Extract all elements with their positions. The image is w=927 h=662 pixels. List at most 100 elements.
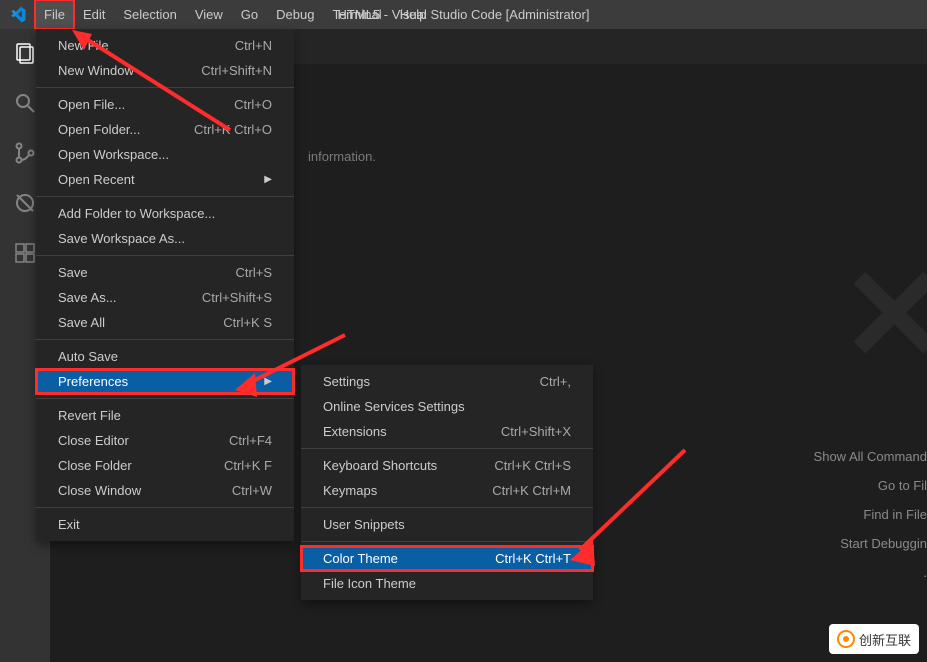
- label: Open Recent: [58, 172, 135, 187]
- label: Open Workspace...: [58, 147, 169, 162]
- explorer-icon[interactable]: [11, 39, 39, 67]
- label: Settings: [323, 374, 370, 389]
- separator: [36, 87, 294, 88]
- search-icon[interactable]: [11, 89, 39, 117]
- label: File Icon Theme: [323, 576, 416, 591]
- shortcut: Ctrl+Shift+X: [501, 424, 571, 439]
- brand-circle-icon: [837, 630, 855, 648]
- hint-go-to-file: Go to Fil: [814, 478, 927, 493]
- separator: [301, 541, 593, 542]
- file-new-window[interactable]: New Window Ctrl+Shift+N: [36, 58, 294, 83]
- label: Close Editor: [58, 433, 129, 448]
- shortcut: Ctrl+Shift+S: [202, 290, 272, 305]
- extensions-icon[interactable]: [11, 239, 39, 267]
- label: Save: [58, 265, 88, 280]
- label: Save Workspace As...: [58, 231, 185, 246]
- file-new-file[interactable]: New File Ctrl+N: [36, 33, 294, 58]
- brand-text: 创新互联: [859, 630, 911, 649]
- file-open-file[interactable]: Open File... Ctrl+O: [36, 92, 294, 117]
- menu-edit[interactable]: Edit: [74, 0, 114, 29]
- menu-debug[interactable]: Debug: [267, 0, 323, 29]
- menu-view[interactable]: View: [186, 0, 232, 29]
- file-open-workspace[interactable]: Open Workspace...: [36, 142, 294, 167]
- shortcut: Ctrl+Shift+N: [201, 63, 272, 78]
- hint-more: .: [814, 565, 927, 580]
- shortcut: Ctrl+,: [540, 374, 571, 389]
- shortcut: Ctrl+W: [232, 483, 272, 498]
- pref-settings[interactable]: Settings Ctrl+,: [301, 369, 593, 394]
- pref-keyboard-shortcuts[interactable]: Keyboard ShortcutsCtrl+K Ctrl+S: [301, 453, 593, 478]
- debug-icon[interactable]: [11, 189, 39, 217]
- label: New File: [58, 38, 109, 53]
- file-revert[interactable]: Revert File: [36, 403, 294, 428]
- label: Close Folder: [58, 458, 132, 473]
- shortcut: Ctrl+K S: [223, 315, 272, 330]
- preferences-dropdown: SettingsCtrl+, Online Services Settings …: [301, 365, 593, 600]
- shortcut: Ctrl+N: [235, 38, 272, 53]
- file-close-window[interactable]: Close Window Ctrl+W: [36, 478, 294, 503]
- hint-start-debugging: Start Debuggin: [814, 536, 927, 551]
- vscode-logo-icon: [0, 6, 35, 24]
- file-preferences[interactable]: Preferences ▶: [36, 369, 294, 394]
- pref-keymaps[interactable]: Keymaps Ctrl+K Ctrl+M: [301, 478, 593, 503]
- file-open-recent[interactable]: Open Recent ▶: [36, 167, 294, 192]
- label: Save As...: [58, 290, 117, 305]
- shortcut: Ctrl+K Ctrl+S: [494, 458, 571, 473]
- pref-online-services[interactable]: Online Services Settings: [301, 394, 593, 419]
- label: Save All: [58, 315, 105, 330]
- file-save-workspace-as[interactable]: Save Workspace As...: [36, 226, 294, 251]
- file-close-folder[interactable]: Close Folder Ctrl+K F: [36, 453, 294, 478]
- label: Close Window: [58, 483, 141, 498]
- file-open-folder[interactable]: Open Folder... Ctrl+K Ctrl+O: [36, 117, 294, 142]
- chevron-right-icon: ▶: [264, 174, 272, 185]
- file-auto-save[interactable]: Auto Save: [36, 344, 294, 369]
- label: Exit: [58, 517, 80, 532]
- label: User Snippets: [323, 517, 405, 532]
- separator: [301, 507, 593, 508]
- pref-file-icon-theme[interactable]: File Icon Theme: [301, 571, 593, 596]
- source-control-icon[interactable]: [11, 139, 39, 167]
- separator: [36, 196, 294, 197]
- label: Open Folder...: [58, 122, 140, 137]
- label: New Window: [58, 63, 134, 78]
- shortcut: Ctrl+F4: [229, 433, 272, 448]
- separator: [36, 255, 294, 256]
- pref-extensions[interactable]: Extensions Ctrl+Shift+X: [301, 419, 593, 444]
- chevron-right-icon: ▶: [264, 376, 272, 387]
- pref-color-theme[interactable]: Color Theme Ctrl+K Ctrl+T: [301, 546, 593, 571]
- hint-all-commands: Show All Command: [814, 449, 927, 464]
- shortcut: Ctrl+S: [236, 265, 272, 280]
- label: Keymaps: [323, 483, 377, 498]
- label: Extensions: [323, 424, 387, 439]
- watermark-brand: 创新互联: [829, 624, 919, 654]
- label: Add Folder to Workspace...: [58, 206, 215, 221]
- file-close-editor[interactable]: Close Editor Ctrl+F4: [36, 428, 294, 453]
- label: Online Services Settings: [323, 399, 465, 414]
- separator: [36, 398, 294, 399]
- file-dropdown: New File Ctrl+N New Window Ctrl+Shift+N Op…: [36, 29, 294, 541]
- title-bar: File Edit Selection View Go Debug Termin…: [0, 0, 927, 29]
- file-save[interactable]: Save Ctrl+S: [36, 260, 294, 285]
- separator: [36, 339, 294, 340]
- shortcut: Ctrl+K Ctrl+M: [492, 483, 571, 498]
- menu-selection[interactable]: Selection: [114, 0, 185, 29]
- label: Color Theme: [323, 551, 398, 566]
- separator: [301, 448, 593, 449]
- file-save-as[interactable]: Save As... Ctrl+Shift+S: [36, 285, 294, 310]
- file-add-folder-workspace[interactable]: Add Folder to Workspace...: [36, 201, 294, 226]
- label: Open File...: [58, 97, 125, 112]
- shortcut: Ctrl+K Ctrl+O: [194, 122, 272, 137]
- pref-user-snippets[interactable]: User Snippets: [301, 512, 593, 537]
- shortcut: Ctrl+K F: [224, 458, 272, 473]
- menu-file[interactable]: File: [35, 0, 74, 29]
- shortcut: Ctrl+O: [234, 97, 272, 112]
- label: Preferences: [58, 374, 128, 389]
- shortcut: Ctrl+K Ctrl+T: [495, 551, 571, 566]
- menu-go[interactable]: Go: [232, 0, 267, 29]
- info-text: information.: [308, 149, 376, 164]
- file-exit[interactable]: Exit: [36, 512, 294, 537]
- label: Auto Save: [58, 349, 118, 364]
- file-save-all[interactable]: Save All Ctrl+K S: [36, 310, 294, 335]
- window-title: HTML5 - Visual Studio Code [Administrato…: [338, 7, 590, 22]
- separator: [36, 507, 294, 508]
